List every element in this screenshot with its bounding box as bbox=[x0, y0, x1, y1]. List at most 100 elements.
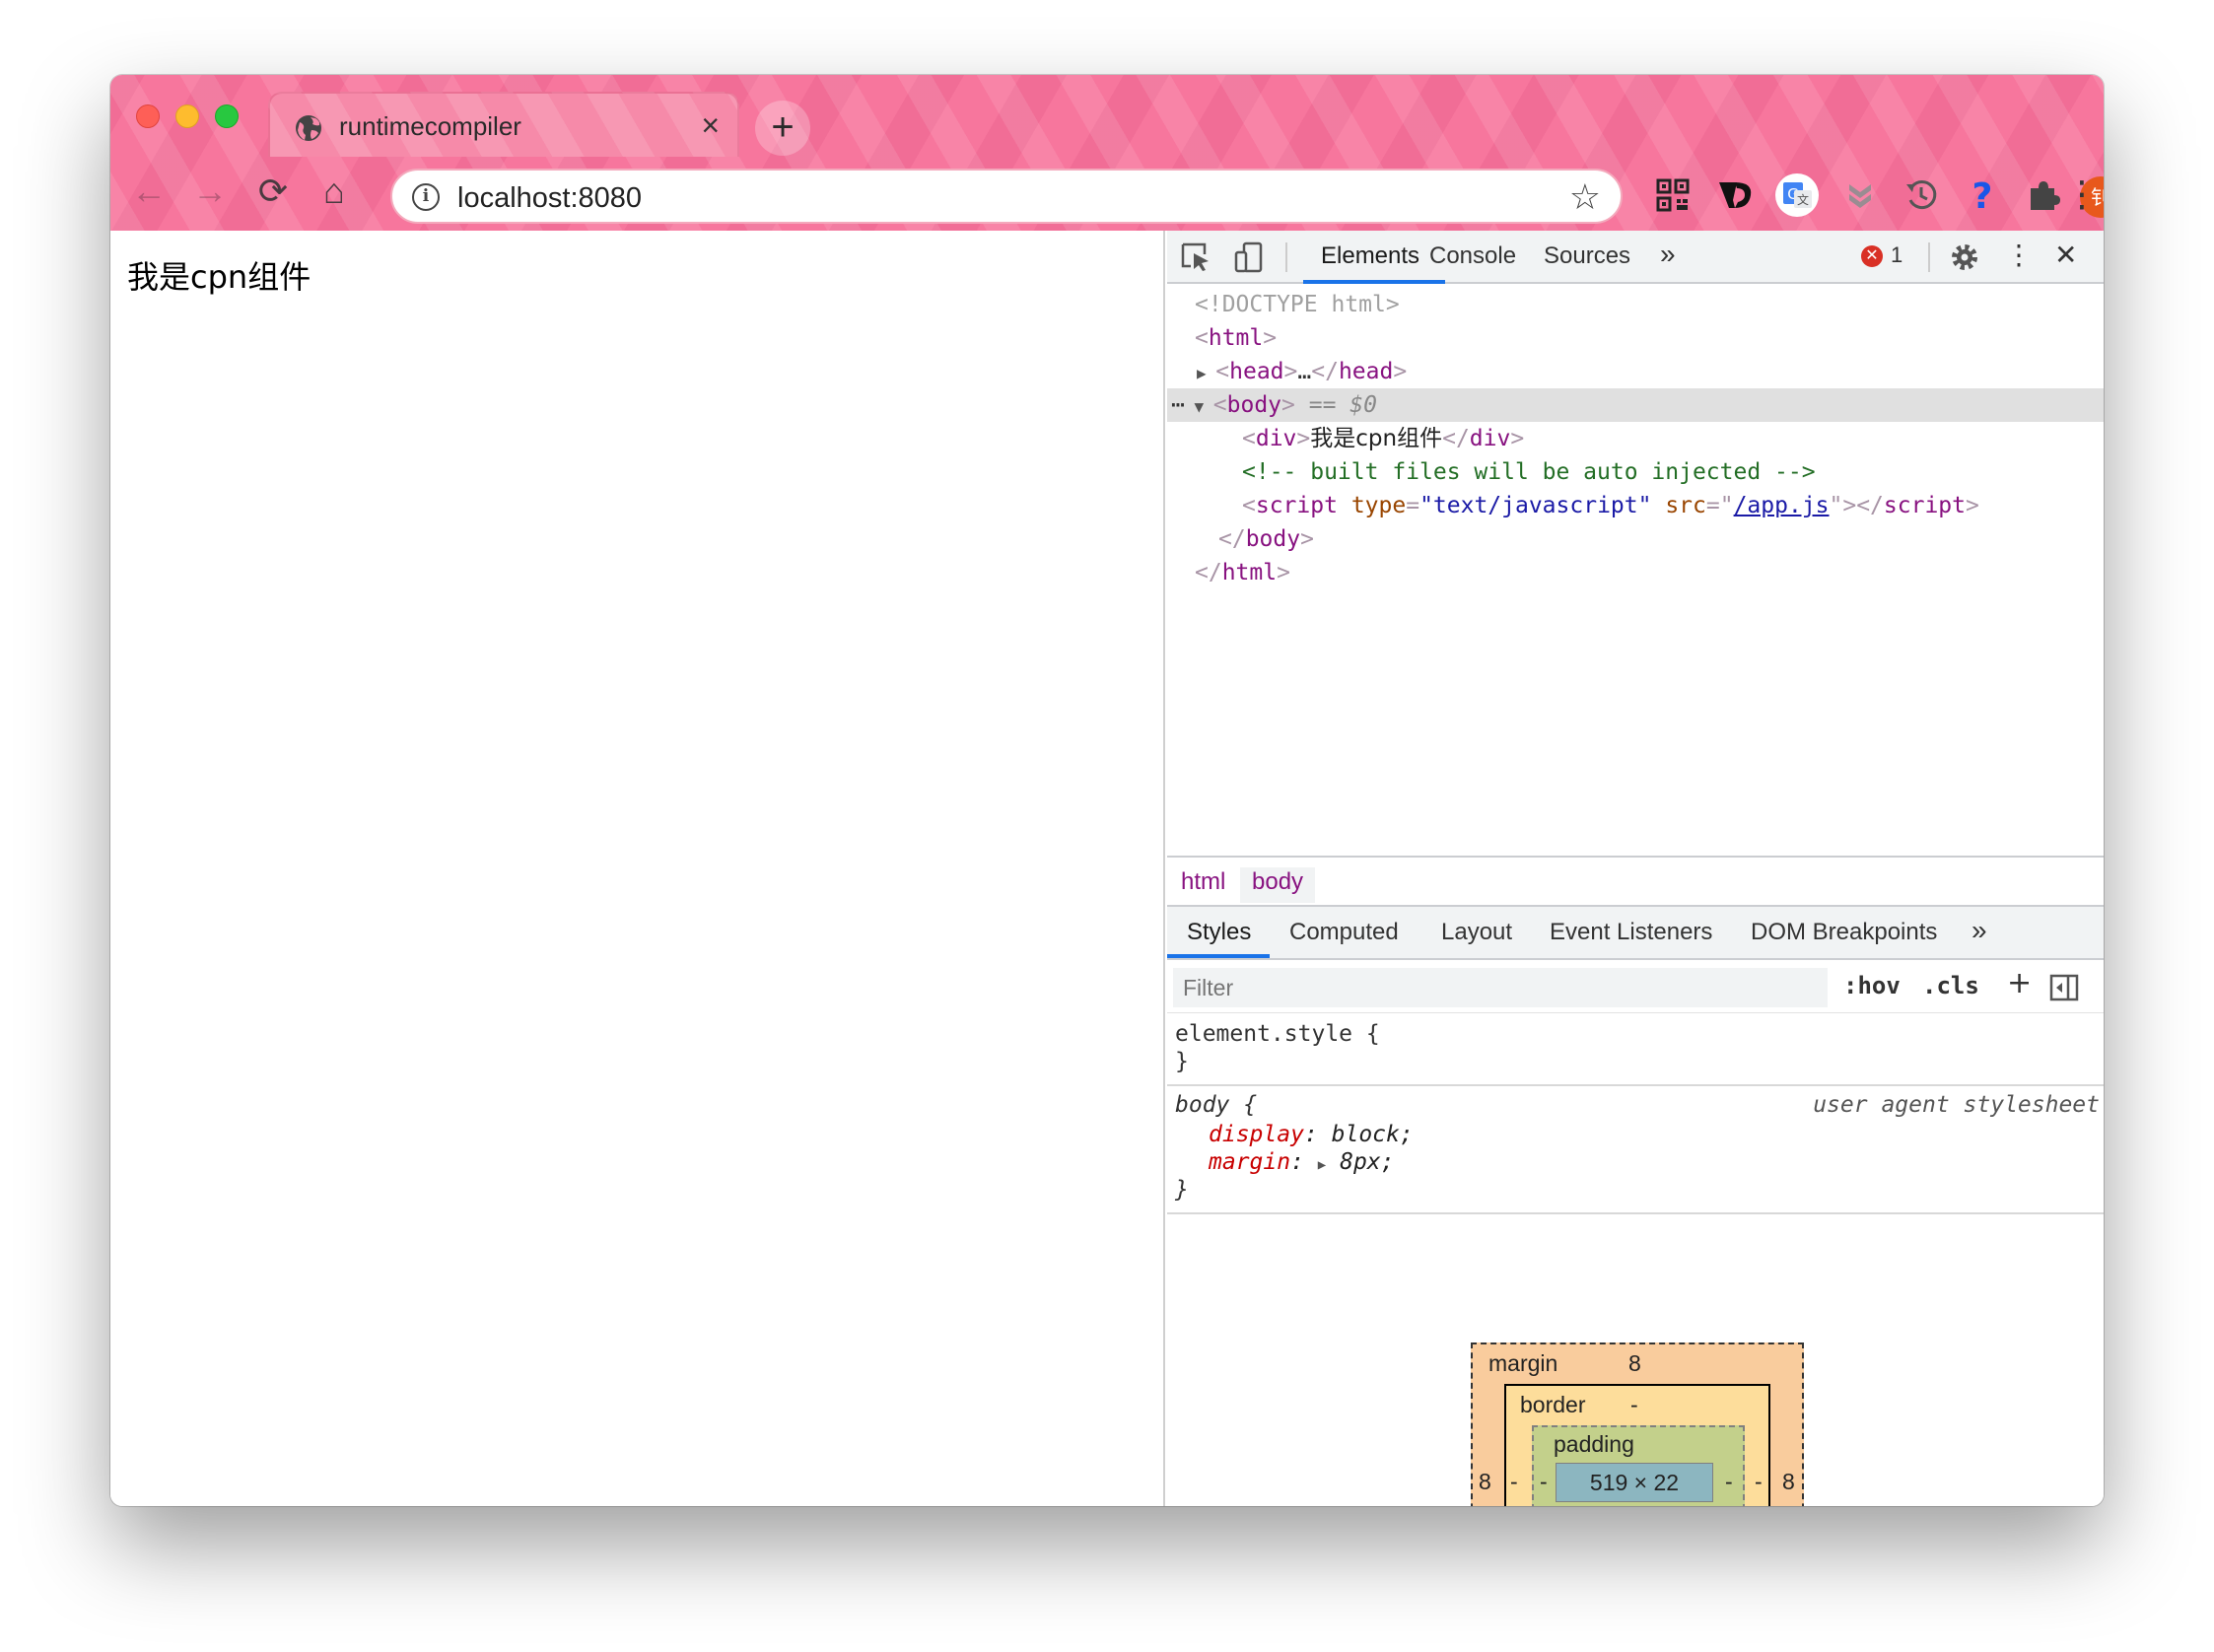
add-rule-icon[interactable]: + bbox=[2007, 966, 2032, 1000]
tab-title: runtimecompiler bbox=[339, 111, 521, 141]
tab-event-listeners[interactable]: Event Listeners bbox=[1550, 919, 1712, 946]
css-prop-margin[interactable]: margin: ▶ 8px; bbox=[1209, 1147, 1394, 1177]
forward-icon[interactable]: → bbox=[185, 167, 235, 216]
padding-left-value[interactable]: - bbox=[1540, 1469, 1548, 1495]
tab-layout[interactable]: Layout bbox=[1441, 919, 1512, 946]
styles-filter-input[interactable] bbox=[1173, 968, 1828, 1007]
margin-right-value[interactable]: 8 bbox=[1782, 1469, 1795, 1495]
tabbar-separator bbox=[1928, 242, 1930, 272]
box-model-content[interactable]: 519 × 22 bbox=[1556, 1463, 1713, 1502]
css-prop-display[interactable]: display: block; bbox=[1209, 1120, 1414, 1149]
page-content-text: 我是cpn组件 bbox=[127, 258, 311, 296]
browser-window: runtimecompiler × + ← → ⟳ ⌂ i localhost:… bbox=[110, 75, 2104, 1506]
margin-left-value[interactable]: 8 bbox=[1479, 1469, 1491, 1495]
history-icon[interactable] bbox=[1897, 171, 1946, 220]
hov-toggle[interactable]: :hov bbox=[1843, 972, 1901, 999]
tab-dom-breakpoints[interactable]: DOM Breakpoints bbox=[1751, 919, 1937, 946]
styles-tabbar: Styles Computed Layout Event Listeners D… bbox=[1167, 907, 2104, 960]
dom-doctype[interactable]: <!DOCTYPE html> bbox=[1195, 288, 1400, 321]
body-style-rule: body { user agent stylesheet display: bl… bbox=[1167, 1086, 2104, 1214]
tab-close-icon[interactable]: × bbox=[701, 107, 720, 144]
puzzle-icon[interactable] bbox=[2019, 171, 2068, 220]
body-rule-close: } bbox=[1175, 1177, 1189, 1203]
error-count: 1 bbox=[1891, 242, 1903, 267]
new-tab-button[interactable]: + bbox=[755, 101, 810, 156]
svg-text:文: 文 bbox=[1797, 192, 1809, 207]
reload-icon[interactable]: ⟳ bbox=[248, 167, 298, 216]
more-style-tabs-icon[interactable]: » bbox=[1972, 915, 1987, 946]
dom-node-head[interactable]: ▶ <head>…</head> bbox=[1197, 355, 1407, 388]
browser-menu-icon[interactable]: ⋮ bbox=[2062, 170, 2102, 219]
home-icon[interactable]: ⌂ bbox=[310, 167, 359, 216]
dom-comment[interactable]: <!-- built files will be auto injected -… bbox=[1242, 455, 1816, 489]
expand-shorthand-icon[interactable]: ▶ bbox=[1318, 1157, 1326, 1173]
element-style-close: } bbox=[1175, 1049, 1189, 1074]
devtools-menu-icon[interactable]: ⋮ bbox=[2005, 239, 2033, 271]
cls-toggle[interactable]: .cls bbox=[1922, 972, 1979, 999]
browser-tab[interactable]: runtimecompiler × bbox=[268, 92, 739, 157]
maximize-window-button[interactable] bbox=[215, 104, 239, 128]
toggle-sidebar-icon[interactable] bbox=[2048, 972, 2080, 1003]
tab-styles[interactable]: Styles bbox=[1187, 919, 1251, 946]
active-style-tab-indicator bbox=[1167, 954, 1270, 958]
padding-label: padding bbox=[1554, 1431, 1634, 1457]
browser-toolbar: ← → ⟳ ⌂ i localhost:8080 ☆ G 文 ? 钊 bbox=[110, 157, 2104, 231]
pocket-icon[interactable] bbox=[1835, 171, 1885, 220]
node-actions-icon[interactable]: ⋯ bbox=[1171, 392, 1185, 418]
bookmark-star-icon[interactable]: ☆ bbox=[1569, 176, 1601, 218]
dom-tree: <!DOCTYPE html> <html> ▶ <head>…</head> … bbox=[1167, 286, 2104, 856]
expand-triangle-icon[interactable]: ▶ bbox=[1197, 364, 1215, 382]
tab-computed[interactable]: Computed bbox=[1289, 919, 1399, 946]
tabbar-separator bbox=[1285, 242, 1287, 272]
breadcrumb-html[interactable]: html bbox=[1169, 867, 1237, 903]
element-style-rule: element.style { } bbox=[1167, 1013, 2104, 1086]
collapse-triangle-icon[interactable]: ▼ bbox=[1185, 397, 1213, 416]
close-devtools-icon[interactable]: ✕ bbox=[2054, 239, 2077, 271]
error-counter[interactable]: ✕ 1 bbox=[1861, 242, 1903, 268]
ua-stylesheet-label: user agent stylesheet bbox=[1813, 1092, 2100, 1118]
breadcrumb: html body bbox=[1167, 856, 2104, 907]
border-top-value[interactable]: - bbox=[1630, 1392, 1638, 1418]
help-icon[interactable]: ? bbox=[1958, 171, 2007, 220]
border-label: border bbox=[1520, 1392, 1586, 1417]
element-style-selector[interactable]: element.style { bbox=[1175, 1019, 1380, 1049]
v-brand-icon[interactable] bbox=[1711, 171, 1761, 220]
browser-chrome: runtimecompiler × + ← → ⟳ ⌂ i localhost:… bbox=[110, 75, 2104, 231]
qr-code-icon[interactable] bbox=[1648, 171, 1697, 220]
inspect-element-icon[interactable] bbox=[1179, 241, 1212, 274]
body-rule-selector[interactable]: body { bbox=[1175, 1090, 1257, 1120]
breadcrumb-body[interactable]: body bbox=[1240, 867, 1316, 903]
svg-text:?: ? bbox=[1972, 176, 1993, 217]
tab-elements[interactable]: Elements bbox=[1321, 242, 1419, 270]
back-icon[interactable]: ← bbox=[124, 167, 173, 216]
device-toolbar-icon[interactable] bbox=[1232, 241, 1266, 274]
dom-body-close[interactable]: </body> bbox=[1218, 522, 1314, 556]
close-window-button[interactable] bbox=[136, 104, 160, 128]
more-tabs-icon[interactable]: » bbox=[1660, 239, 1676, 270]
tab-sources[interactable]: Sources bbox=[1544, 242, 1630, 270]
settings-gear-icon[interactable] bbox=[1948, 241, 1981, 274]
margin-top-value[interactable]: 8 bbox=[1628, 1350, 1641, 1377]
active-tab-indicator bbox=[1303, 280, 1445, 284]
error-icon: ✕ bbox=[1861, 245, 1883, 267]
dom-node-body[interactable]: ⋯ ▼ <body> == $0 bbox=[1171, 388, 1377, 422]
minimize-window-button[interactable] bbox=[175, 104, 199, 128]
url-text[interactable]: localhost:8080 bbox=[457, 182, 642, 215]
page-viewport: 我是cpn组件 bbox=[110, 231, 1165, 1506]
dom-node-script[interactable]: <script type="text/javascript" src="/app… bbox=[1242, 489, 1979, 522]
tab-console[interactable]: Console bbox=[1429, 242, 1516, 270]
margin-label: margin bbox=[1488, 1350, 1558, 1376]
dom-node-div[interactable]: <div>我是cpn组件</div> bbox=[1242, 422, 1524, 455]
styles-filter-row: :hov .cls + bbox=[1167, 960, 2104, 1013]
devtools-panel: Elements Console Sources » ✕ 1 ⋮ ✕ <!DOCT… bbox=[1167, 231, 2104, 1506]
border-right-value[interactable]: - bbox=[1755, 1469, 1763, 1495]
dom-html-close[interactable]: </html> bbox=[1195, 556, 1290, 589]
border-left-value[interactable]: - bbox=[1510, 1469, 1518, 1495]
translate-icon[interactable]: G 文 bbox=[1772, 171, 1822, 220]
site-info-icon[interactable]: i bbox=[412, 183, 440, 211]
devtools-tabbar: Elements Console Sources » ✕ 1 ⋮ ✕ bbox=[1167, 231, 2104, 284]
padding-right-value[interactable]: - bbox=[1725, 1469, 1733, 1495]
address-bar[interactable]: i localhost:8080 ☆ bbox=[390, 169, 1623, 224]
script-src-link[interactable]: /app.js bbox=[1734, 493, 1830, 518]
dom-node-html[interactable]: <html> bbox=[1195, 321, 1277, 355]
